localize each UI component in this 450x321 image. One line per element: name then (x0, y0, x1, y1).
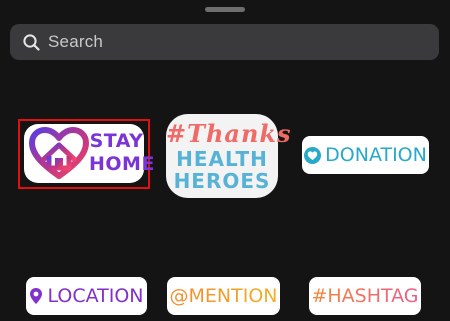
stay-home-sticker[interactable]: STAY HOME (24, 124, 155, 183)
hashtag-sticker[interactable]: #HASHTAG (309, 277, 421, 315)
drag-handle[interactable] (205, 7, 245, 12)
heroes-label: HEROES (173, 169, 271, 193)
thanks-label: #Thanks (166, 119, 292, 148)
donation-label: DONATION (325, 144, 427, 166)
mention-sticker[interactable]: @MENTION (167, 277, 280, 315)
health-label: HEALTH (176, 147, 268, 171)
heart-house-icon (29, 127, 89, 179)
home-label: HOME (89, 153, 155, 175)
search-placeholder: Search (48, 32, 104, 51)
hashtag-label: #HASHTAG (311, 285, 419, 307)
search-bar[interactable]: Search (10, 24, 439, 60)
mention-label: @MENTION (169, 285, 278, 307)
location-pin-icon (30, 288, 43, 304)
search-icon (23, 33, 40, 51)
donation-sticker[interactable]: DONATION (302, 136, 429, 174)
stay-label: STAY (89, 130, 144, 152)
location-label: LOCATION (47, 285, 144, 307)
thanks-health-heroes-sticker[interactable]: #Thanks HEALTH HEROES (166, 114, 292, 198)
location-sticker[interactable]: LOCATION (26, 277, 147, 315)
heart-circle-icon (304, 146, 322, 164)
